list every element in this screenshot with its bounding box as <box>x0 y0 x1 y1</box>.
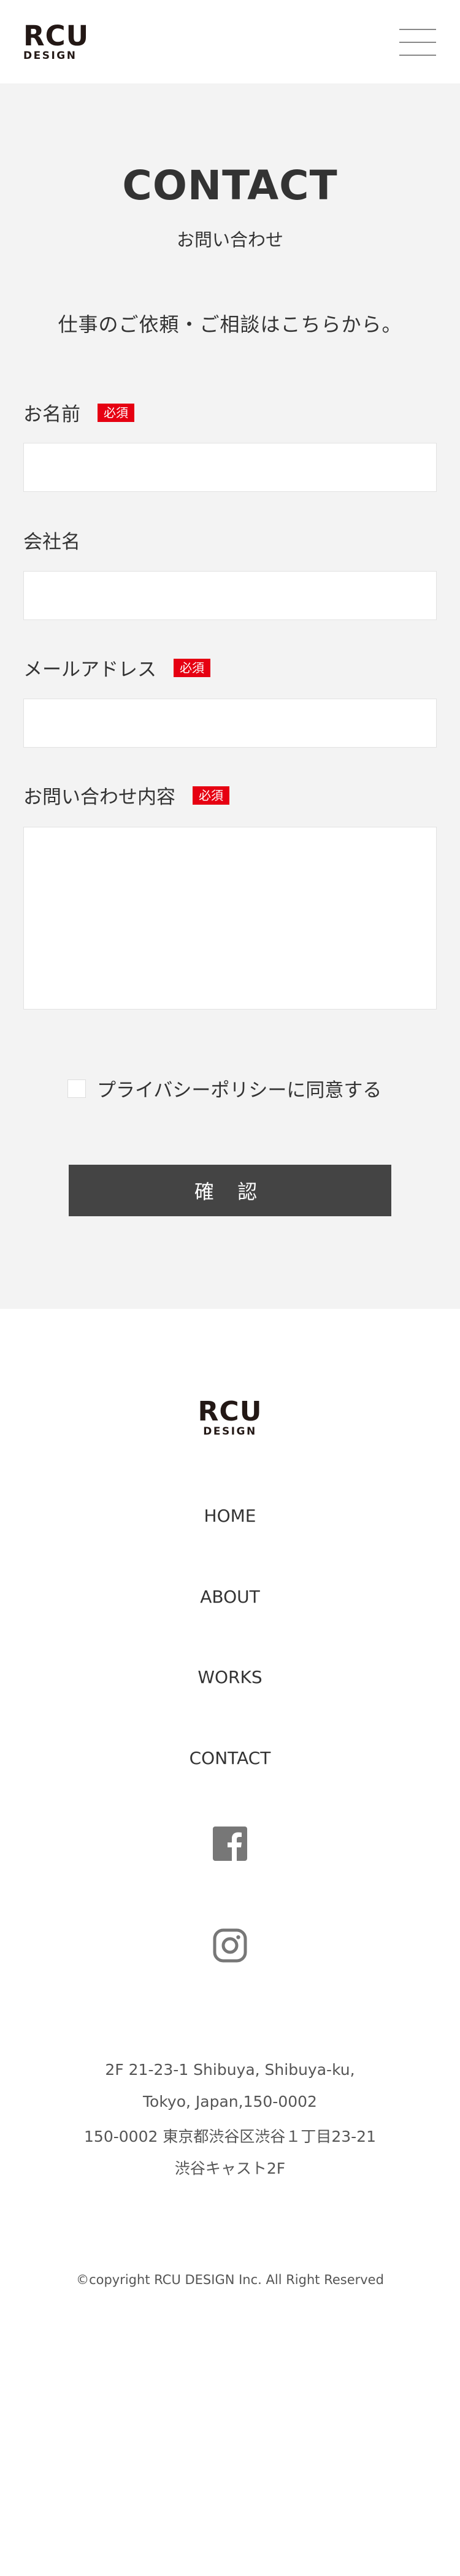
privacy-label: プライバシーポリシーに同意する <box>97 1079 382 1102</box>
lead-text: 仕事のご依頼・ご相談はこちらから。 <box>58 313 402 336</box>
message-label-text: お問い合わせ内容 <box>23 786 175 808</box>
page-subtitle: お問い合わせ <box>176 229 283 250</box>
name-field-label: お名前 必須 <box>23 399 134 426</box>
menu-line <box>399 42 436 43</box>
email-label-text: メールアドレス <box>23 659 156 681</box>
footer-nav-about[interactable]: ABOUT <box>0 1587 460 1607</box>
footer-logo[interactable]: RCU DESIGN <box>0 1398 460 1437</box>
company-input[interactable] <box>23 571 437 620</box>
footer-nav-home[interactable]: HOME <box>0 1506 460 1526</box>
privacy-checkbox[interactable] <box>67 1079 86 1098</box>
footer-nav-contact[interactable]: CONTACT <box>0 1748 460 1768</box>
instagram-icon[interactable] <box>212 1927 248 1964</box>
required-badge: 必須 <box>98 403 134 422</box>
footer-logo-text-top: RCU <box>197 1396 263 1427</box>
confirm-button[interactable]: 確 認 <box>69 1165 391 1216</box>
message-field-label: お問い合わせ内容 必須 <box>23 781 229 809</box>
footer-nav-works[interactable]: WORKS <box>0 1667 460 1687</box>
facebook-icon[interactable] <box>212 1825 248 1862</box>
menu-line <box>399 29 436 30</box>
message-textarea[interactable] <box>23 827 437 1010</box>
menu-line <box>399 55 436 56</box>
contact-section: CONTACT お問い合わせ 仕事のご依頼・ご相談はこちらから。 お名前 必須 … <box>0 83 460 1309</box>
company-label-text: 会社名 <box>23 531 80 553</box>
name-label-text: お名前 <box>23 404 80 426</box>
privacy-agreement[interactable]: プライバシーポリシーに同意する <box>67 1075 381 1102</box>
footer-logo-text-bottom: DESIGN <box>203 1425 257 1438</box>
name-input[interactable] <box>23 443 437 492</box>
site-footer: RCU DESIGN HOME ABOUT WORKS CONTACT 2F 2… <box>0 1309 460 2576</box>
address-line: 2F 21-23-1 Shibuya, Shibuya-ku, <box>105 2061 355 2079</box>
address-line: Tokyo, Japan,150-0002 <box>143 2093 317 2110</box>
site-logo[interactable]: RCU DESIGN <box>23 22 89 61</box>
address-line: 150-0002 東京都渋谷区渋谷１丁目23-21 <box>84 2128 376 2145</box>
site-header: RCU DESIGN <box>0 0 460 83</box>
email-input[interactable] <box>23 699 437 748</box>
required-badge: 必須 <box>193 786 229 805</box>
logo-text-top: RCU <box>23 20 90 52</box>
address-line: 渋谷キャスト2F <box>174 2160 286 2177</box>
page-title: CONTACT <box>122 162 338 209</box>
copyright-text: ©copyright RCU DESIGN Inc. All Right Res… <box>76 2272 384 2287</box>
hamburger-menu-icon[interactable] <box>399 29 436 56</box>
logo-text-bottom: DESIGN <box>23 50 77 62</box>
email-field-label: メールアドレス 必須 <box>23 654 210 681</box>
company-field-label: 会社名 <box>23 526 80 554</box>
required-badge: 必須 <box>174 658 210 677</box>
